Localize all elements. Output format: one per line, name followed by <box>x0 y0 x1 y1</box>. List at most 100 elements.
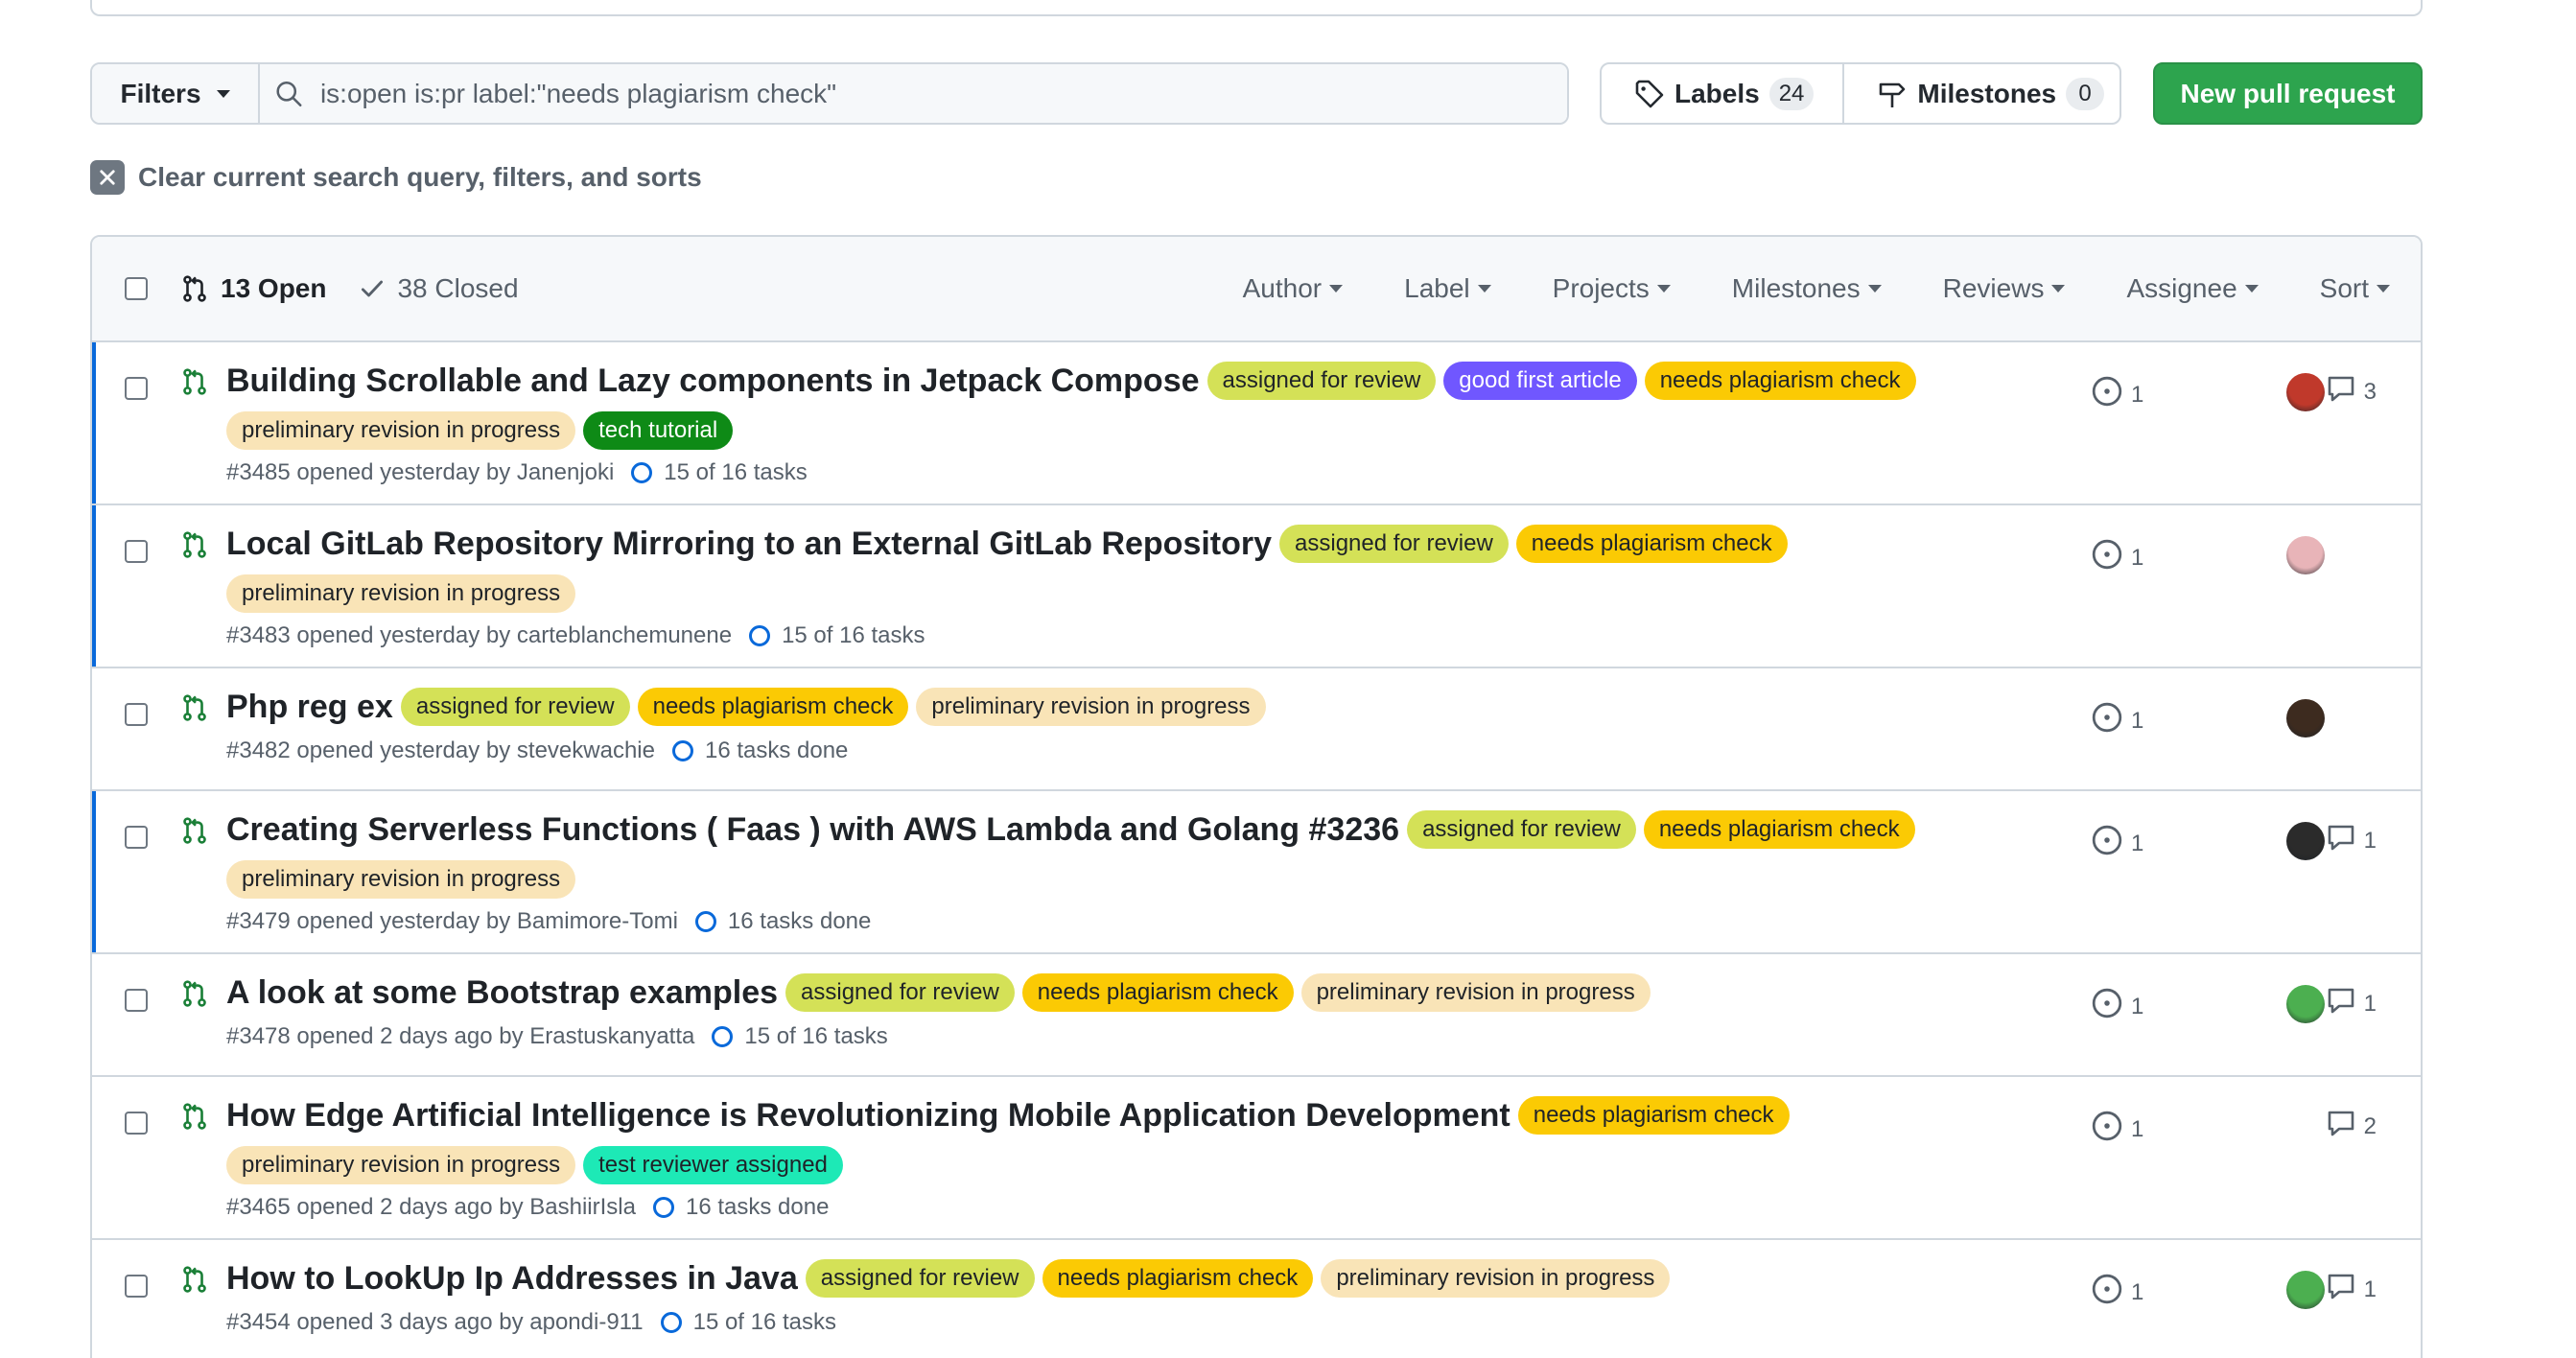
chevron-down-icon <box>216 89 230 98</box>
label-badge[interactable]: preliminary revision in progress <box>916 688 1266 726</box>
row-checkbox[interactable] <box>125 703 148 726</box>
filter-projects[interactable]: Projects <box>1553 273 1671 304</box>
filter-sort[interactable]: Sort <box>2320 273 2390 304</box>
linked-issue[interactable]: 1 <box>2091 375 2143 414</box>
row-checkbox[interactable] <box>125 826 148 849</box>
open-pull-request-icon <box>180 530 209 564</box>
filter-assignee[interactable]: Assignee <box>2126 273 2259 304</box>
label-badge[interactable]: assigned for review <box>805 1259 1035 1298</box>
label-badge[interactable]: assigned for review <box>400 688 630 726</box>
pull-request-title[interactable]: Building Scrollable and Lazy components … <box>226 360 1200 402</box>
assignee-avatar[interactable] <box>2286 536 2325 574</box>
linked-issue-count: 1 <box>2131 1278 2144 1305</box>
assignee-avatar[interactable] <box>2286 373 2325 411</box>
comments-link[interactable]: 1 <box>2326 985 2377 1022</box>
pull-request-meta: #3478 opened 2 days ago by Erastuskanyat… <box>226 1023 2049 1050</box>
milestone-icon <box>1880 82 1906 107</box>
pull-request-meta: #3483 opened yesterday by carteblanchemu… <box>226 622 2049 649</box>
new-pull-request-button[interactable]: New pull request <box>2153 62 2423 125</box>
linked-issue[interactable]: 1 <box>2091 824 2143 863</box>
comment-count: 2 <box>2363 1112 2377 1139</box>
linked-issue[interactable]: 1 <box>2091 1273 2143 1312</box>
row-checkbox[interactable] <box>125 1275 148 1298</box>
milestones-button[interactable]: Milestones 0 <box>1842 64 2119 123</box>
filter-milestones[interactable]: Milestones <box>1732 273 1882 304</box>
comments-link[interactable]: 1 <box>2326 822 2377 859</box>
filter-label[interactable]: Label <box>1404 273 1491 304</box>
pull-request-meta: #3465 opened 2 days ago by BashiirIsla 16… <box>226 1194 2049 1221</box>
task-progress-icon <box>712 1026 734 1047</box>
pull-request-row[interactable]: How Edge Artificial Intelligence is Revo… <box>92 1077 2421 1240</box>
row-checkbox[interactable] <box>125 989 148 1012</box>
row-checkbox[interactable] <box>125 377 148 400</box>
label-badge[interactable]: preliminary revision in progress <box>226 574 576 613</box>
clear-search-link[interactable]: Clear current search query, filters, and… <box>90 160 702 195</box>
linked-issue[interactable]: 1 <box>2091 1110 2143 1149</box>
label-badge[interactable]: needs plagiarism check <box>637 688 909 726</box>
label-badge[interactable]: assigned for review <box>1407 810 1636 849</box>
assignee-avatar[interactable] <box>2286 822 2325 860</box>
label-badge[interactable]: needs plagiarism check <box>1643 810 1915 849</box>
pull-request-row[interactable]: Building Scrollable and Lazy components … <box>92 342 2421 505</box>
opened-by-text: #3485 opened yesterday by Janenjoki <box>226 459 615 485</box>
assignee-avatar[interactable] <box>2286 1271 2325 1309</box>
linked-issue[interactable]: 1 <box>2091 538 2143 577</box>
milestones-count: 0 <box>2066 77 2105 110</box>
label-badge[interactable]: needs plagiarism check <box>1644 362 1916 400</box>
comments-link[interactable]: 1 <box>2326 1271 2377 1308</box>
label-badge[interactable]: assigned for review <box>785 973 1015 1012</box>
label-badge[interactable]: good first article <box>1443 362 1637 400</box>
row-checkbox[interactable] <box>125 1112 148 1135</box>
pull-request-row[interactable]: How to LookUp Ip Addresses in Java assign… <box>92 1240 2421 1358</box>
title-line: How Edge Artificial Intelligence is Revo… <box>226 1094 2049 1184</box>
filter-author[interactable]: Author <box>1243 273 1344 304</box>
label-badge[interactable]: preliminary revision in progress <box>226 411 576 450</box>
issue-icon <box>2091 1273 2123 1312</box>
search-input[interactable] <box>319 78 1567 109</box>
pull-request-title[interactable]: How Edge Artificial Intelligence is Revo… <box>226 1094 1510 1136</box>
linked-issue[interactable]: 1 <box>2091 701 2143 740</box>
filter-reviews[interactable]: Reviews <box>1943 273 2066 304</box>
pull-request-row[interactable]: Php reg ex assigned for review needs plagi… <box>92 668 2421 791</box>
pull-request-title[interactable]: A look at some Bootstrap examples <box>226 972 778 1014</box>
label-badge[interactable]: preliminary revision in progress <box>1321 1259 1671 1298</box>
label-badge[interactable]: needs plagiarism check <box>1515 525 1788 563</box>
task-progress-text: 16 tasks done <box>685 1194 830 1220</box>
clear-search-label: Clear current search query, filters, and… <box>138 162 702 192</box>
comments-link[interactable]: 2 <box>2326 1108 2377 1145</box>
label-badge[interactable]: needs plagiarism check <box>1042 1259 1314 1298</box>
select-all-checkbox[interactable] <box>125 277 148 300</box>
title-line: Php reg ex assigned for review needs plagi… <box>226 686 2049 728</box>
label-badge[interactable]: tech tutorial <box>583 411 734 450</box>
comments-link[interactable]: 3 <box>2326 373 2377 410</box>
assignee-avatar[interactable] <box>2286 699 2325 738</box>
title-line: Building Scrollable and Lazy components … <box>226 360 2049 450</box>
label-badge[interactable]: assigned for review <box>1206 362 1437 400</box>
chevron-down-icon <box>1867 285 1882 293</box>
filters-button[interactable]: Filters <box>92 64 260 123</box>
label-badge[interactable]: preliminary revision in progress <box>226 1146 576 1184</box>
pull-request-title[interactable]: Php reg ex <box>226 686 393 728</box>
pull-request-title[interactable]: Creating Serverless Functions ( Faas ) w… <box>226 808 1399 851</box>
label-badge[interactable]: preliminary revision in progress <box>1300 973 1651 1012</box>
pull-request-row[interactable]: A look at some Bootstrap examples assigne… <box>92 954 2421 1077</box>
open-state-link[interactable]: 13 Open <box>180 273 326 304</box>
assignee-avatar[interactable] <box>2286 985 2325 1023</box>
row-checkbox[interactable] <box>125 540 148 563</box>
pull-request-row[interactable]: Creating Serverless Functions ( Faas ) w… <box>92 791 2421 954</box>
label-badge[interactable]: needs plagiarism check <box>1517 1096 1790 1135</box>
title-line: Creating Serverless Functions ( Faas ) w… <box>226 808 2049 899</box>
closed-state-link[interactable]: 38 Closed <box>359 273 519 304</box>
labels-button[interactable]: Labels 24 <box>1602 64 1842 123</box>
pull-request-title[interactable]: Local GitLab Repository Mirroring to an … <box>226 523 1272 565</box>
label-badge[interactable]: needs plagiarism check <box>1021 973 1294 1012</box>
linked-issue[interactable]: 1 <box>2091 987 2143 1026</box>
pull-request-row[interactable]: Local GitLab Repository Mirroring to an … <box>92 505 2421 668</box>
pull-request-title[interactable]: How to LookUp Ip Addresses in Java <box>226 1257 798 1299</box>
linked-issue-count: 1 <box>2131 1115 2144 1142</box>
label-badge[interactable]: test reviewer assigned <box>583 1146 843 1184</box>
chevron-down-icon <box>1477 285 1491 293</box>
comment-icon <box>2326 1271 2356 1308</box>
label-badge[interactable]: preliminary revision in progress <box>226 860 576 899</box>
label-badge[interactable]: assigned for review <box>1279 525 1509 563</box>
